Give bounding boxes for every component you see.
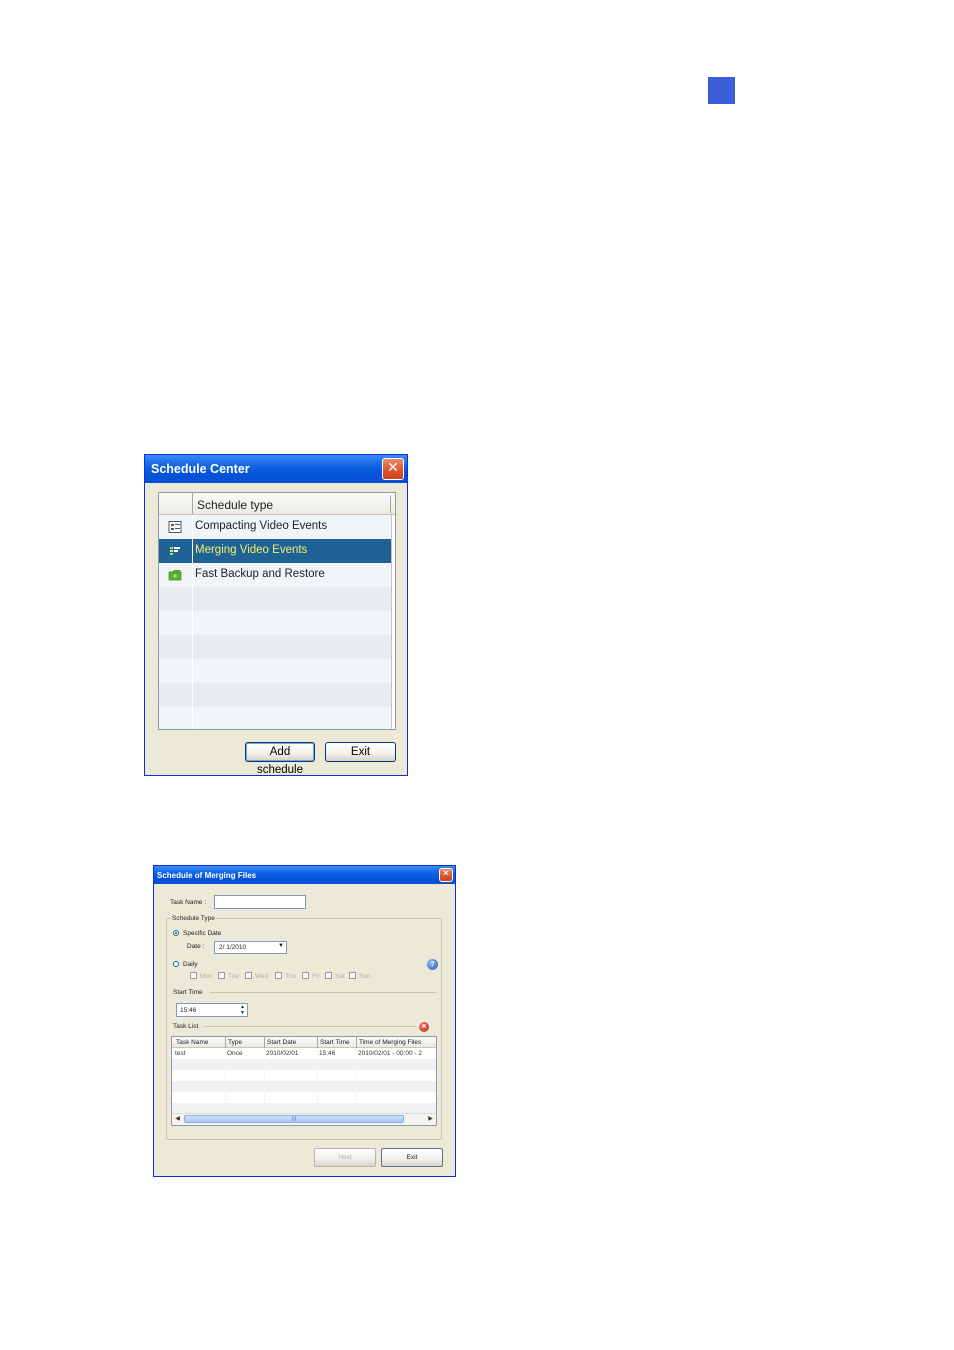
daily-radio[interactable] — [173, 961, 179, 967]
column-header-schedule-type[interactable]: Schedule type — [197, 498, 273, 512]
schedule-type-label: Schedule Type — [171, 915, 216, 922]
scroll-right-icon[interactable]: ▶ — [426, 1115, 435, 1124]
task-list-label: Task List — [173, 1023, 199, 1030]
merge-icon — [170, 547, 180, 555]
list-item-label: Merging Video Events — [195, 544, 308, 556]
schedule-type-list[interactable]: Schedule type Compacting Video Events Me… — [158, 492, 396, 730]
help-icon[interactable]: ? — [427, 959, 438, 970]
chevron-down-icon[interactable]: ▼ — [278, 943, 284, 949]
day-checkbox-tue[interactable] — [218, 972, 225, 979]
folder-icon — [168, 570, 182, 581]
title-bar[interactable]: Schedule Center ✕ — [145, 455, 407, 483]
close-icon[interactable]: ✕ — [382, 458, 404, 480]
spinner-down-icon[interactable]: ▼ — [240, 1010, 245, 1016]
scroll-left-icon[interactable]: ◀ — [173, 1115, 182, 1124]
merging-files-window: Schedule of Merging Files ✕ Task Name : … — [153, 865, 456, 1177]
start-time-spinner[interactable]: 15:46 ▲ ▼ — [176, 1003, 248, 1017]
list-item-compacting[interactable]: Compacting Video Events — [159, 515, 391, 539]
list-item — [159, 707, 391, 729]
close-icon[interactable]: ✕ — [439, 868, 453, 882]
column-header-start-time[interactable]: Start Time — [320, 1039, 356, 1046]
day-checkbox-thu[interactable] — [275, 972, 282, 979]
list-header: Schedule type — [159, 493, 395, 515]
day-label: Fri — [312, 973, 320, 980]
next-button[interactable]: Next — [314, 1148, 376, 1167]
list-item-label: Compacting Video Events — [195, 520, 328, 532]
list-item-merging[interactable]: Merging Video Events — [159, 539, 391, 563]
window-title: Schedule of Merging Files — [157, 871, 257, 880]
start-time-value: 15:46 — [180, 1007, 197, 1014]
cell-start-time: 15:46 — [319, 1050, 336, 1057]
specific-date-radio[interactable] — [173, 930, 179, 936]
table-header: Task Name Type Start Date Start Time Tim… — [172, 1037, 436, 1048]
horizontal-scrollbar[interactable]: ◀ ||| ▶ — [172, 1113, 436, 1125]
list-item — [159, 611, 391, 635]
cell-type: Once — [227, 1050, 243, 1057]
scrollbar-thumb[interactable]: ||| — [184, 1115, 404, 1123]
day-label: Sun — [359, 973, 371, 980]
day-checkbox-sun[interactable] — [349, 972, 356, 979]
task-list-table[interactable]: Task Name Type Start Date Start Time Tim… — [171, 1036, 437, 1126]
cell-start-date: 2010/02/01 — [266, 1050, 299, 1057]
list-item — [159, 659, 391, 683]
start-time-label: Start Time — [173, 989, 203, 996]
page-marker — [708, 77, 735, 104]
table-row — [172, 1092, 436, 1103]
date-label: Date : — [187, 943, 205, 950]
list-item — [159, 635, 391, 659]
day-checkbox-sat[interactable] — [325, 972, 332, 979]
title-bar[interactable]: Schedule of Merging Files ✕ — [154, 866, 455, 884]
task-name-input[interactable] — [214, 895, 306, 909]
day-label: Wed — [255, 973, 269, 980]
task-name-label: Task Name : — [170, 899, 207, 906]
column-header-task-name[interactable]: Task Name — [176, 1039, 209, 1046]
table-row[interactable]: test Once 2010/02/01 15:46 2010/02/01 - … — [172, 1048, 436, 1059]
date-value: 2/ 1/2010 — [219, 944, 247, 951]
specific-date-label: Specific Date — [183, 930, 222, 937]
day-label: Tue — [228, 973, 239, 980]
day-checkbox-fri[interactable] — [302, 972, 309, 979]
cell-merge-time: 2010/02/01 - 00:00 - 2 — [358, 1050, 422, 1057]
list-item-label: Fast Backup and Restore — [195, 568, 325, 580]
day-checkbox-mon[interactable] — [190, 972, 197, 979]
schedule-center-window: Schedule Center ✕ Schedule type Compacti… — [144, 454, 408, 776]
list-item-fast-backup[interactable]: Fast Backup and Restore — [159, 563, 391, 587]
exit-button[interactable]: Exit — [325, 742, 396, 762]
exit-button[interactable]: Exit — [381, 1148, 443, 1167]
table-row — [172, 1059, 436, 1070]
date-picker[interactable]: 2/ 1/2010 ▼ — [214, 941, 287, 954]
icon-column-header[interactable] — [159, 493, 193, 514]
table-row — [172, 1081, 436, 1092]
table-row — [172, 1070, 436, 1081]
column-header-start-date[interactable]: Start Date — [267, 1039, 296, 1046]
compact-icon — [168, 521, 182, 533]
list-item — [159, 683, 391, 707]
day-label: Sat — [335, 973, 345, 980]
daily-label: Daily — [183, 961, 198, 968]
list-item — [159, 587, 391, 611]
column-header-merge-time[interactable]: Time of Merging Files — [359, 1039, 421, 1046]
add-schedule-button[interactable]: Add schedule — [245, 742, 315, 776]
day-label: Mon — [200, 973, 213, 980]
column-header-type[interactable]: Type — [228, 1039, 242, 1046]
cell-task-name: test — [175, 1050, 186, 1057]
day-checkbox-wed[interactable] — [245, 972, 252, 979]
delete-icon[interactable]: ✕ — [419, 1022, 429, 1032]
window-title: Schedule Center — [151, 462, 250, 476]
day-label: Thu — [285, 973, 297, 980]
